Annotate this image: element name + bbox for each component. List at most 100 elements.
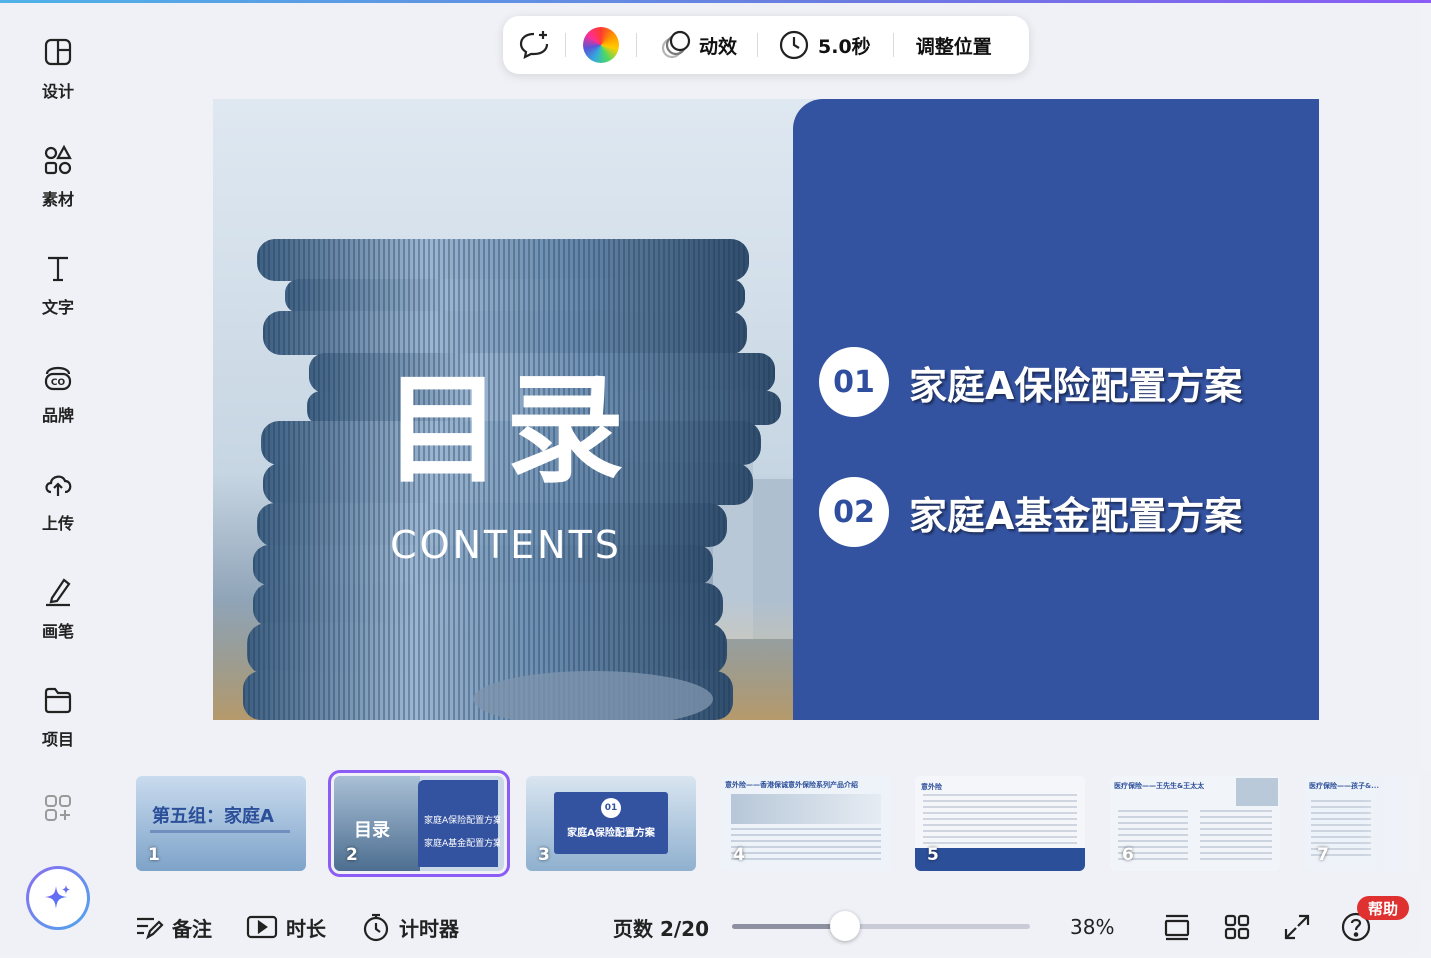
clock-icon	[779, 30, 809, 60]
grid-view-icon	[1224, 914, 1250, 940]
draw-icon	[46, 578, 71, 607]
sidebar-item-draw[interactable]: 画笔	[8, 576, 108, 656]
fullscreen-button[interactable]	[1282, 910, 1320, 944]
thumbnail-number: 6	[1122, 845, 1134, 865]
slide-thumbnail-2[interactable]: 目录 家庭A保险配置方案 家庭A基金配置方案 2	[328, 770, 510, 877]
brand-icon: CO	[44, 366, 72, 391]
notes-icon	[137, 917, 164, 940]
sidebar-item-label: 文字	[41, 298, 74, 317]
slide-thumbnail-3[interactable]: 01 家庭A保险配置方案 3	[526, 776, 696, 871]
duration-toggle-button[interactable]: 时长	[246, 910, 326, 944]
thumbnail-title: 家庭A保险配置方案	[567, 828, 655, 839]
play-box-icon	[246, 915, 278, 939]
thumbnail-fade	[1361, 770, 1431, 880]
zoom-slider-handle[interactable]	[830, 911, 860, 941]
toc-number: 01	[819, 347, 889, 417]
zoom-slider[interactable]	[732, 911, 1030, 941]
thumbnail-number: 4	[733, 845, 745, 865]
adjust-position-label: 调整位置	[915, 35, 992, 58]
thumbnail-line-1: 家庭A保险配置方案	[424, 816, 500, 826]
comment-plus-icon	[519, 31, 549, 59]
thumbnail-number: 7	[1317, 845, 1329, 865]
toc-text: 家庭A保险配置方案	[909, 363, 1243, 408]
add-comment-button[interactable]	[503, 16, 565, 74]
thumbnail-footer	[915, 848, 1085, 871]
grid-view-button[interactable]	[1222, 910, 1260, 944]
adjust-position-button[interactable]: 调整位置	[894, 16, 992, 74]
zoom-value: 38%	[1070, 910, 1114, 944]
thumbnail-badge: 01	[601, 798, 621, 818]
single-page-view-icon	[1164, 914, 1190, 941]
sidebar-item-brand[interactable]: CO 品牌	[8, 360, 108, 440]
stopwatch-icon	[363, 913, 389, 942]
shapes-icon	[44, 144, 72, 175]
sidebar-item-projects[interactable]: 项目	[8, 684, 108, 764]
notes-label: 备注	[172, 916, 212, 941]
sparkle-icon	[45, 885, 70, 909]
thumbnail-image	[1236, 778, 1278, 806]
svg-text:CO: CO	[51, 378, 66, 388]
thumbnail-text-lines	[1200, 810, 1272, 862]
single-view-button[interactable]	[1162, 910, 1200, 944]
slide-thumbnail-1[interactable]: 第五组：家庭A 1	[136, 776, 306, 871]
apps-icon	[45, 795, 71, 821]
sidebar-item-label: 设计	[41, 82, 74, 101]
zoom-label: 38%	[1070, 915, 1115, 939]
slide-thumbnail-6[interactable]: 医疗保险——王先生&王太太 6	[1110, 776, 1280, 871]
magic-ai-button[interactable]	[26, 866, 90, 930]
thumbnail-number: 2	[346, 845, 358, 865]
page-indicator: 页数 2/20	[613, 910, 709, 944]
slide-subtitle[interactable]: CONTENTS	[381, 523, 631, 567]
thumbnail-title: 意外险——香港保诚意外保险系列产品介绍	[725, 781, 858, 789]
notes-button[interactable]: 备注	[134, 910, 212, 944]
layout-icon	[44, 38, 72, 66]
toc-item-1[interactable]: 01 家庭A保险配置方案	[819, 347, 1242, 417]
thumbnail-number: 3	[538, 845, 550, 865]
sidebar-item-label: 素材	[41, 190, 74, 209]
sidebar-item-label: 画笔	[41, 622, 74, 641]
sidebar-item-label: 项目	[41, 730, 74, 749]
thumbnail-text-lines	[923, 794, 1077, 844]
sidebar-item-label: 品牌	[41, 406, 74, 425]
thumbnail-title: 医疗保险——王先生&王太太	[1114, 782, 1205, 790]
timer-label: 计时器	[399, 916, 459, 941]
sidebar-item-elements[interactable]: 素材	[8, 144, 108, 224]
slide-thumbnail-5[interactable]: 意外险 5	[915, 776, 1085, 871]
color-button[interactable]	[566, 16, 636, 74]
thumbnail-title: 第五组：家庭A	[152, 806, 274, 827]
slide-thumbnail-4[interactable]: 意外险——香港保诚意外保险系列产品介绍 4	[721, 776, 891, 871]
thumbnail-title: 意外险	[921, 783, 942, 791]
zoom-slider-fill	[732, 924, 845, 929]
sidebar-item-upload[interactable]: 上传	[8, 468, 108, 548]
floating-toolbar: 动效 5.0秒 调整位置	[503, 16, 1029, 74]
duration-toggle-label: 时长	[286, 916, 326, 941]
timer-button[interactable]: 计时器	[361, 910, 459, 944]
toc-text: 家庭A基金配置方案	[909, 493, 1243, 538]
animation-label: 动效	[699, 35, 738, 58]
animation-icon	[661, 30, 691, 59]
duration-label: 5.0秒	[818, 35, 871, 58]
sidebar-item-label: 上传	[41, 514, 74, 533]
toc-number: 02	[819, 477, 889, 547]
duration-button[interactable]: 5.0秒	[758, 16, 893, 74]
thumbnail-title: 目录	[354, 820, 390, 841]
thumbnail-number: 1	[148, 845, 160, 865]
thumbnail-number: 5	[927, 845, 939, 865]
help-badge[interactable]: 帮助	[1357, 896, 1409, 920]
sidebar-item-design[interactable]: 设计	[8, 36, 108, 116]
page-label: 页数 2/20	[613, 916, 710, 941]
thumbnail-line	[150, 830, 290, 833]
thumbnail-text-lines	[731, 828, 881, 862]
toc-item-2[interactable]: 02 家庭A基金配置方案	[819, 477, 1242, 547]
slide-canvas[interactable]: 目录 CONTENTS 01 家庭A保险配置方案 02 家庭A基金配置方案	[213, 99, 1319, 720]
thumbnail-image	[731, 794, 881, 824]
animation-button[interactable]: 动效	[637, 16, 757, 74]
folder-icon	[44, 687, 72, 714]
sidebar-item-apps[interactable]	[8, 792, 108, 872]
upload-cloud-icon	[45, 475, 72, 496]
sidebar-item-text[interactable]: 文字	[8, 252, 108, 332]
color-wheel-icon	[583, 27, 619, 63]
slide-title[interactable]: 目录	[381, 371, 631, 489]
text-icon	[48, 256, 68, 282]
expand-icon	[1284, 914, 1310, 940]
